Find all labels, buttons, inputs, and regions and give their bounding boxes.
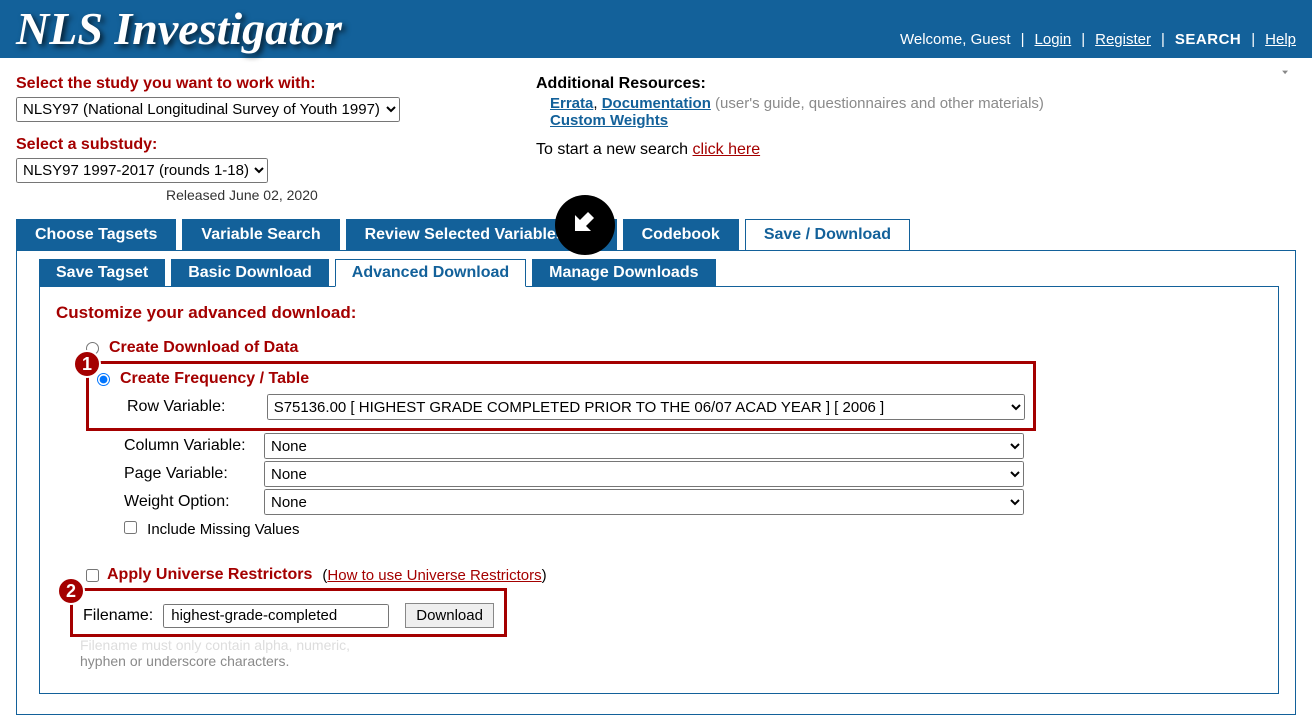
welcome-text: Welcome, Guest	[900, 31, 1011, 48]
study-select[interactable]: NLSY97 (National Longitudinal Survey of …	[16, 97, 400, 122]
help-link[interactable]: Help	[1265, 31, 1296, 48]
register-link[interactable]: Register	[1095, 31, 1151, 48]
subtab-advanced-download[interactable]: Advanced Download	[335, 259, 526, 287]
tab-choose-tagsets[interactable]: Choose Tagsets	[16, 219, 176, 251]
resources-heading: Additional Resources:	[536, 75, 1296, 93]
documentation-link[interactable]: Documentation	[602, 95, 711, 112]
weight-option-select[interactable]: None	[264, 489, 1024, 515]
customize-heading: Customize your advanced download:	[56, 303, 1262, 323]
include-missing-label: Include Missing Values	[147, 521, 299, 538]
filename-label: Filename:	[83, 607, 153, 625]
tab-variable-search[interactable]: Variable Search	[182, 219, 339, 251]
row-variable-select[interactable]: S75136.00 [ HIGHEST GRADE COMPLETED PRIO…	[267, 394, 1025, 420]
substudy-label: Select a substudy:	[16, 136, 536, 154]
tab-codebook[interactable]: Codebook	[623, 219, 739, 251]
subtab-manage-downloads[interactable]: Manage Downloads	[532, 259, 715, 287]
filename-input[interactable]	[163, 604, 389, 628]
annotation-badge-2: 2	[57, 577, 85, 605]
app-title: NLS Investigator	[16, 6, 342, 52]
study-label: Select the study you want to work with:	[16, 75, 536, 93]
radio-create-frequency[interactable]	[97, 373, 110, 386]
released-text: Released June 02, 2020	[166, 187, 536, 203]
row-variable-label: Row Variable:	[127, 398, 267, 416]
login-link[interactable]: Login	[1035, 31, 1072, 48]
main-tabs: Choose Tagsets Variable Search Review Se…	[16, 219, 1312, 251]
download-button[interactable]: Download	[405, 603, 494, 628]
substudy-select[interactable]: NLSY97 1997-2017 (rounds 1-18)	[16, 158, 268, 183]
annotation-arrow-icon	[555, 195, 615, 255]
custom-weights-link[interactable]: Custom Weights	[550, 112, 668, 129]
opt-create-download-label: Create Download of Data	[109, 339, 298, 357]
errata-link[interactable]: Errata	[550, 95, 593, 112]
header-bar: NLS Investigator Welcome, Guest | Login …	[0, 0, 1312, 58]
click-here-link[interactable]: click here	[693, 141, 761, 158]
doc-hint: (user's guide, questionnaires and other …	[715, 95, 1044, 112]
collapse-icon[interactable]: ▼	[1280, 69, 1290, 76]
start-search-text: To start a new search	[536, 141, 693, 158]
tab-save-download[interactable]: Save / Download	[745, 219, 910, 251]
opt-create-frequency-label: Create Frequency / Table	[120, 370, 309, 388]
subtab-basic-download[interactable]: Basic Download	[171, 259, 329, 287]
how-to-restrictors-link[interactable]: How to use Universe Restrictors	[327, 567, 541, 584]
search-link[interactable]: SEARCH	[1175, 31, 1241, 48]
page-variable-label: Page Variable:	[124, 465, 264, 483]
apply-restrictors-label: Apply Universe Restrictors	[107, 566, 312, 584]
column-variable-label: Column Variable:	[124, 437, 264, 455]
weight-option-label: Weight Option:	[124, 493, 264, 511]
annotation-badge-1: 1	[73, 350, 101, 378]
page-variable-select[interactable]: None	[264, 461, 1024, 487]
hint-line1: Filename must only contain alpha, numeri…	[80, 637, 350, 653]
column-variable-select[interactable]: None	[264, 433, 1024, 459]
apply-restrictors-checkbox[interactable]	[86, 569, 99, 582]
subtab-save-tagset[interactable]: Save Tagset	[39, 259, 165, 287]
include-missing-checkbox[interactable]	[124, 521, 137, 534]
hint-line2: hyphen or underscore characters.	[80, 653, 289, 669]
sub-tabs: Save Tagset Basic Download Advanced Down…	[39, 259, 1295, 287]
